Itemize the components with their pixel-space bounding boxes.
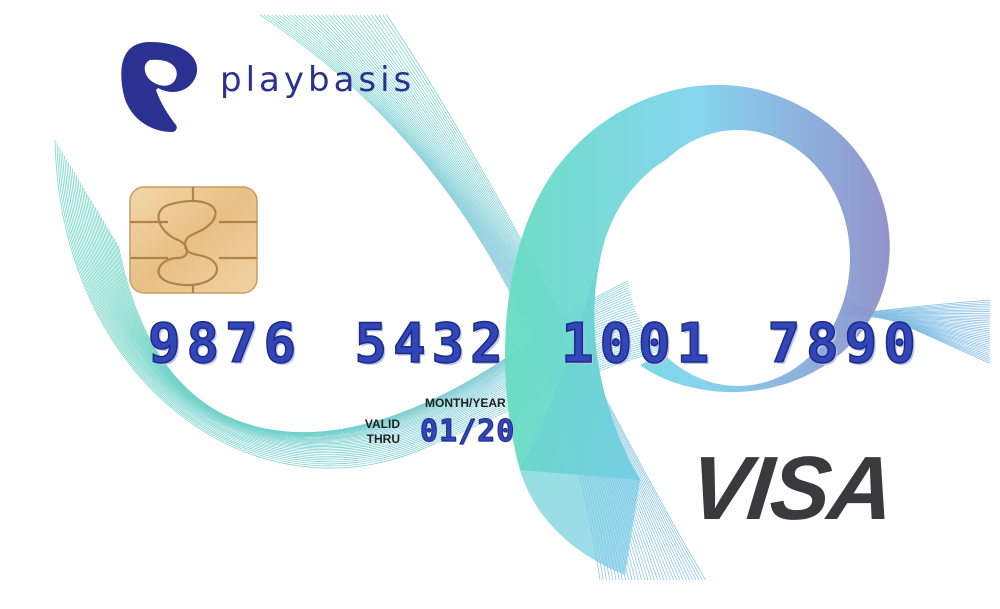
card-number: 9876 5432 1001 7890 (147, 311, 922, 376)
valid-label-line2: THRU (366, 432, 400, 446)
valid-thru-label: VALID THRU (354, 417, 400, 447)
valid-label-line1: VALID (364, 417, 400, 431)
playbasis-p-logo-icon (121, 42, 198, 132)
emv-chip-icon (129, 186, 258, 294)
expiry-date: 01/20 (419, 414, 516, 450)
brand-name: playbasis (220, 60, 416, 100)
credit-card: playbasis 9876 5432 1001 7890 VALID THRU… (0, 0, 1000, 609)
visa-logo: VISA (684, 439, 898, 539)
month-year-label: MONTH/YEAR (425, 396, 506, 410)
